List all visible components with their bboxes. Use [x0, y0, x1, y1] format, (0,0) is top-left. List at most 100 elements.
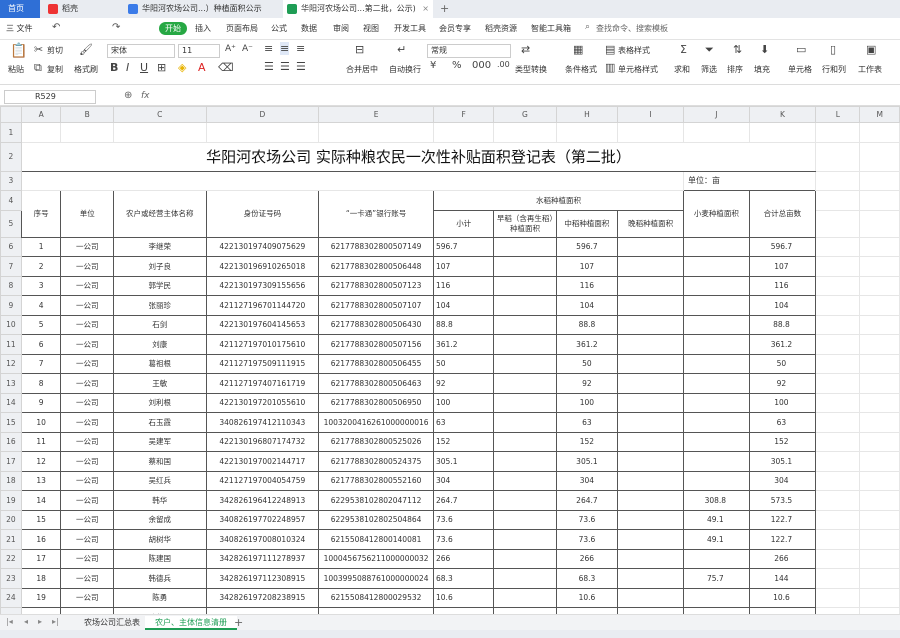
cell[interactable]: [682, 122, 750, 143]
data-cell[interactable]: 10.6: [555, 587, 619, 608]
formula-input[interactable]: [158, 90, 896, 104]
cell[interactable]: [205, 122, 320, 143]
data-cell[interactable]: 一公司: [60, 451, 114, 472]
data-cell[interactable]: 1000456756211000000032: [318, 548, 435, 569]
data-cell[interactable]: 3: [20, 275, 62, 296]
data-cell[interactable]: 16: [20, 529, 62, 550]
new-tab-button[interactable]: +: [440, 2, 449, 15]
data-cell[interactable]: 421127197004054759: [205, 470, 320, 491]
data-cell[interactable]: 胡树华: [112, 529, 207, 550]
data-cell[interactable]: 264.7: [555, 490, 619, 511]
column-header-c[interactable]: C: [112, 106, 207, 123]
cell[interactable]: [815, 529, 861, 550]
row-col-icon[interactable]: ▯: [830, 43, 836, 56]
data-cell[interactable]: 6217788302800507123: [318, 275, 435, 296]
copy-icon[interactable]: ⧉: [34, 61, 42, 75]
data-cell[interactable]: 49.1: [682, 529, 750, 550]
number-format-select[interactable]: 常规: [427, 44, 511, 58]
data-cell[interactable]: [493, 490, 557, 511]
row-header-12[interactable]: 12: [0, 353, 22, 374]
column-header-b[interactable]: B: [60, 106, 114, 123]
data-cell[interactable]: 421127197407161719: [205, 373, 320, 394]
data-cell[interactable]: 吴红兵: [112, 470, 207, 491]
data-cell[interactable]: [493, 373, 557, 394]
menu-start[interactable]: 开始: [159, 22, 187, 35]
data-cell[interactable]: 6217788302800507156: [318, 334, 435, 355]
data-cell[interactable]: 107: [433, 256, 495, 277]
header-id[interactable]: 身份证号码: [205, 190, 320, 238]
column-header-d[interactable]: D: [205, 106, 320, 123]
data-cell[interactable]: 一公司: [60, 392, 114, 413]
data-cell[interactable]: 15: [20, 509, 62, 530]
row-header-13[interactable]: 13: [0, 373, 22, 394]
data-cell[interactable]: 9: [20, 392, 62, 413]
row-header-16[interactable]: 16: [0, 431, 22, 452]
data-cell[interactable]: 342826197111278937: [205, 548, 320, 569]
data-cell[interactable]: 6215508412800140081: [318, 529, 435, 550]
data-cell[interactable]: [617, 509, 684, 530]
data-cell[interactable]: [493, 587, 557, 608]
data-cell[interactable]: 340826197412110343: [205, 412, 320, 433]
data-cell[interactable]: 342826196412248913: [205, 490, 320, 511]
data-cell[interactable]: 92: [748, 373, 817, 394]
cell[interactable]: [815, 122, 861, 143]
data-cell[interactable]: 6229538102802047112: [318, 490, 435, 511]
data-cell[interactable]: 6217788302800552160: [318, 470, 435, 491]
data-cell[interactable]: 一公司: [60, 353, 114, 374]
data-cell[interactable]: 88.8: [748, 314, 817, 335]
cell[interactable]: [20, 122, 62, 143]
data-cell[interactable]: 一公司: [60, 470, 114, 491]
type-convert-button[interactable]: 类型转换: [515, 64, 547, 75]
cell[interactable]: [815, 470, 861, 491]
border-icon[interactable]: ⊞: [157, 61, 166, 74]
cell[interactable]: [815, 431, 861, 452]
data-cell[interactable]: 100: [433, 392, 495, 413]
cell[interactable]: [859, 190, 900, 211]
cell[interactable]: [318, 122, 435, 143]
conditional-format-icon[interactable]: ▦: [573, 43, 583, 56]
column-header-h[interactable]: H: [555, 106, 619, 123]
cell[interactable]: [20, 170, 684, 191]
cell[interactable]: [815, 451, 861, 472]
column-header-m[interactable]: M: [859, 106, 900, 123]
data-cell[interactable]: 88.8: [555, 314, 619, 335]
data-cell[interactable]: 73.6: [555, 529, 619, 550]
data-cell[interactable]: [617, 587, 684, 608]
menu-docer-resource[interactable]: 稻壳资源: [485, 23, 517, 34]
fill-icon[interactable]: ⬇: [760, 43, 769, 56]
data-cell[interactable]: [493, 451, 557, 472]
data-cell[interactable]: 6217788302800506463: [318, 373, 435, 394]
sum-icon[interactable]: Σ: [680, 43, 687, 56]
cell[interactable]: [815, 209, 861, 238]
align-right-icon[interactable]: ☰: [296, 60, 306, 73]
cell[interactable]: [815, 334, 861, 355]
data-cell[interactable]: 88.8: [433, 314, 495, 335]
data-cell[interactable]: [682, 256, 750, 277]
prev-sheet-icon[interactable]: ◂: [24, 617, 28, 626]
header-total[interactable]: 合计总亩数: [748, 190, 817, 238]
data-cell[interactable]: 4: [20, 295, 62, 316]
data-cell[interactable]: 68.3: [433, 568, 495, 589]
decimal-icon[interactable]: .00: [497, 60, 510, 69]
data-cell[interactable]: 573.5: [748, 490, 817, 511]
data-cell[interactable]: 422130196807174732: [205, 431, 320, 452]
data-cell[interactable]: 75.7: [682, 568, 750, 589]
cell[interactable]: [815, 568, 861, 589]
data-cell[interactable]: [617, 373, 684, 394]
row-header-17[interactable]: 17: [0, 451, 22, 472]
merge-center-button[interactable]: 合并居中: [346, 64, 378, 75]
row-header-22[interactable]: 22: [0, 548, 22, 569]
data-cell[interactable]: [617, 568, 684, 589]
data-cell[interactable]: 73.6: [433, 529, 495, 550]
row-header-7[interactable]: 7: [0, 256, 22, 277]
data-cell[interactable]: [493, 256, 557, 277]
data-cell[interactable]: 73.6: [555, 509, 619, 530]
data-cell[interactable]: 100: [555, 392, 619, 413]
table-style-icon[interactable]: ▤: [605, 43, 615, 56]
data-cell[interactable]: [682, 470, 750, 491]
column-header-g[interactable]: G: [493, 106, 557, 123]
data-cell[interactable]: 107: [555, 256, 619, 277]
tab-sheet-active[interactable]: 华阳河农场公司...第二批，公示) ×: [283, 0, 433, 18]
data-cell[interactable]: [682, 412, 750, 433]
search-command[interactable]: 查找命令、搜索模板: [596, 23, 668, 34]
